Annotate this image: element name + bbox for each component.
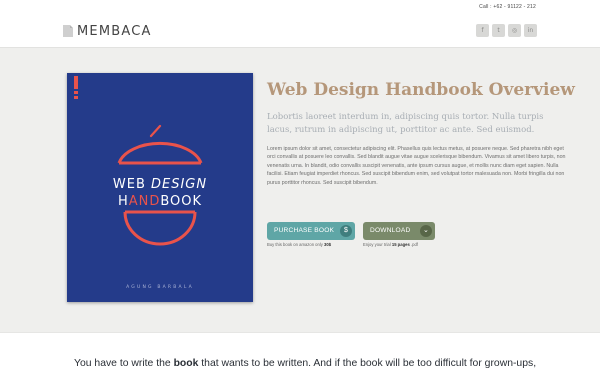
linkedin-icon[interactable]: in	[524, 24, 537, 37]
page-title: Web Design Handbook Overview	[267, 80, 575, 100]
chevron-down-icon: ⌄	[420, 225, 432, 237]
top-header: Call : +62 - 91122 - 212 MEMBACA f t ◎ i…	[0, 0, 600, 48]
dribbble-icon[interactable]: ◎	[508, 24, 521, 37]
purchase-button-label: PURCHASE BOOK	[274, 227, 335, 234]
purchase-book-button[interactable]: PURCHASE BOOK $	[267, 222, 355, 240]
cover-title-line-1: WEB DESIGN	[112, 177, 208, 192]
quote-text: You have to write the book that wants to…	[74, 358, 537, 369]
book-cover: WEB DESIGN HANDBOOK AGUNG BARBALA	[67, 73, 253, 302]
site-logo[interactable]: MEMBACA	[63, 23, 152, 39]
download-subtext: Enjoy your trial 15 pages .pdf	[363, 242, 418, 247]
dollar-icon: $	[340, 225, 352, 237]
download-button[interactable]: DOWNLOAD ⌄	[363, 222, 435, 240]
cover-author: AGUNG BARBALA	[126, 285, 194, 290]
twitter-icon[interactable]: t	[492, 24, 505, 37]
body-paragraph: Lorem ipsum dolor sit amet, consectetur …	[267, 146, 566, 186]
social-links: f t ◎ in	[476, 24, 537, 37]
purchase-subtext: Buy this book on amazon only 30$	[267, 242, 332, 247]
book-logo-icon	[63, 25, 73, 37]
call-info: Call : +62 - 91122 - 212	[479, 4, 536, 10]
facebook-icon[interactable]: f	[476, 24, 489, 37]
download-button-label: DOWNLOAD	[370, 227, 411, 234]
cover-title-line-2: HANDBOOK	[117, 194, 203, 209]
logo-text: MEMBACA	[77, 23, 152, 39]
lead-paragraph: Lobortis laoreet interdum in, adipiscing…	[267, 112, 544, 135]
